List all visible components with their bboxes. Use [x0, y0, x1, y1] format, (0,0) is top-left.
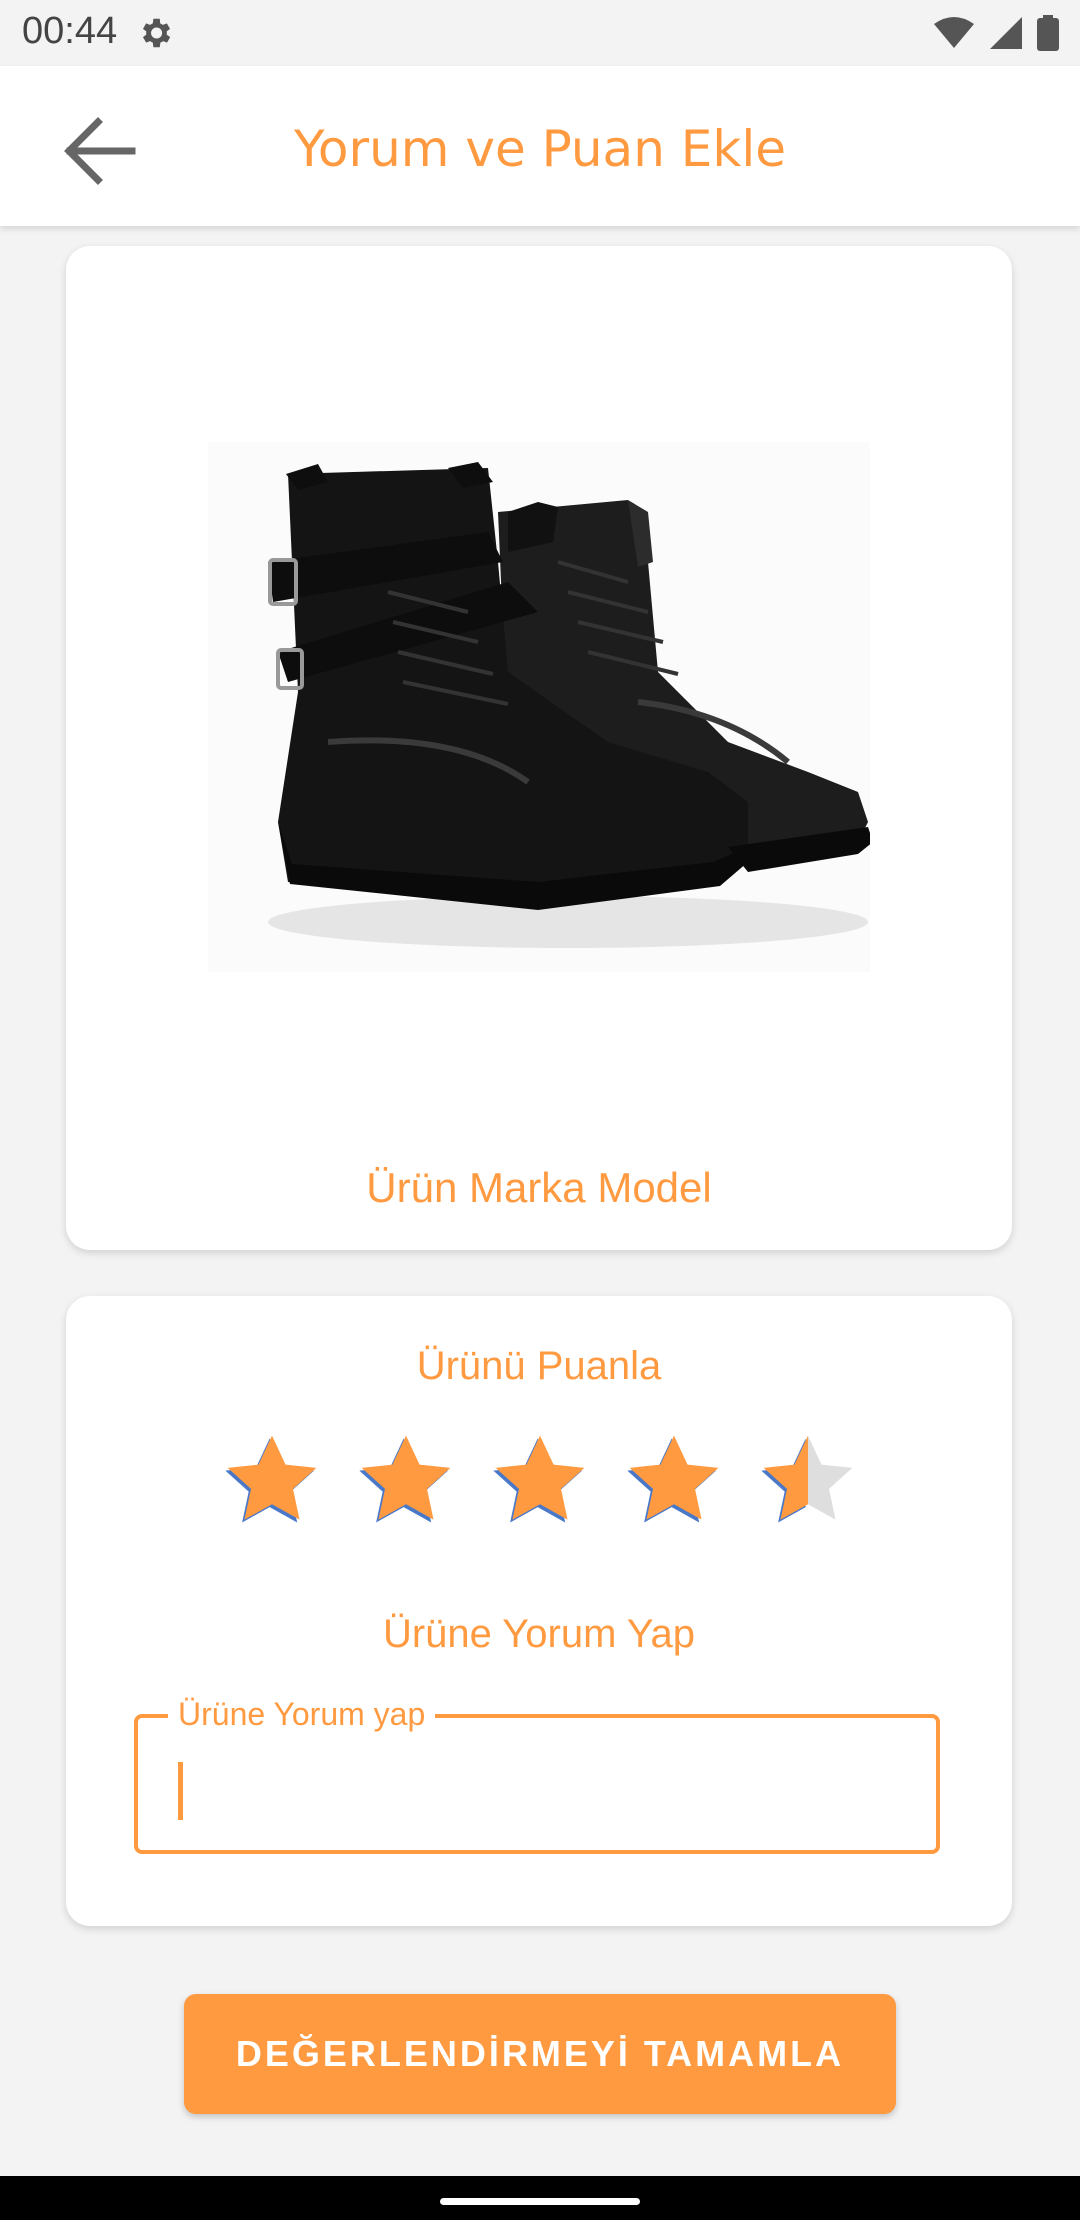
- app-bar: Yorum ve Puan Ekle: [0, 66, 1080, 226]
- battery-icon: [1037, 15, 1059, 51]
- rating-label: Ürünü Puanla: [416, 1344, 662, 1388]
- star-icon[interactable]: [216, 1424, 328, 1536]
- comment-field[interactable]: Ürüne Yorum yap: [134, 1696, 940, 1854]
- product-name: Ürün Marka Model: [366, 1164, 712, 1211]
- star-rating[interactable]: [216, 1424, 876, 1544]
- signal-icon: [990, 17, 1022, 49]
- star-icon[interactable]: [484, 1424, 596, 1536]
- product-card: Ürün Marka Model: [66, 246, 1012, 1250]
- wifi-icon: [934, 17, 974, 48]
- page-title: Yorum ve Puan Ekle: [294, 120, 786, 178]
- navigation-bar: [0, 2176, 1080, 2220]
- status-bar: 00:44: [0, 0, 1080, 66]
- product-image: [208, 442, 870, 972]
- review-card: Ürünü Puanla Ürüne Yorum Yap Ürüne Yorum…: [66, 1296, 1012, 1926]
- status-time: 00:44: [22, 10, 118, 52]
- text-cursor: [178, 1762, 183, 1820]
- comment-label: Ürüne Yorum Yap: [382, 1612, 696, 1656]
- star-icon[interactable]: [618, 1424, 730, 1536]
- submit-review-button[interactable]: DEĞERLENDİRMEYİ TAMAMLA: [184, 1994, 896, 2114]
- star-icon[interactable]: [350, 1424, 462, 1536]
- gear-icon: [142, 18, 171, 48]
- comment-field-label: Ürüne Yorum yap: [168, 1696, 436, 1733]
- home-handle[interactable]: [440, 2198, 640, 2205]
- star-half-icon[interactable]: [752, 1424, 864, 1536]
